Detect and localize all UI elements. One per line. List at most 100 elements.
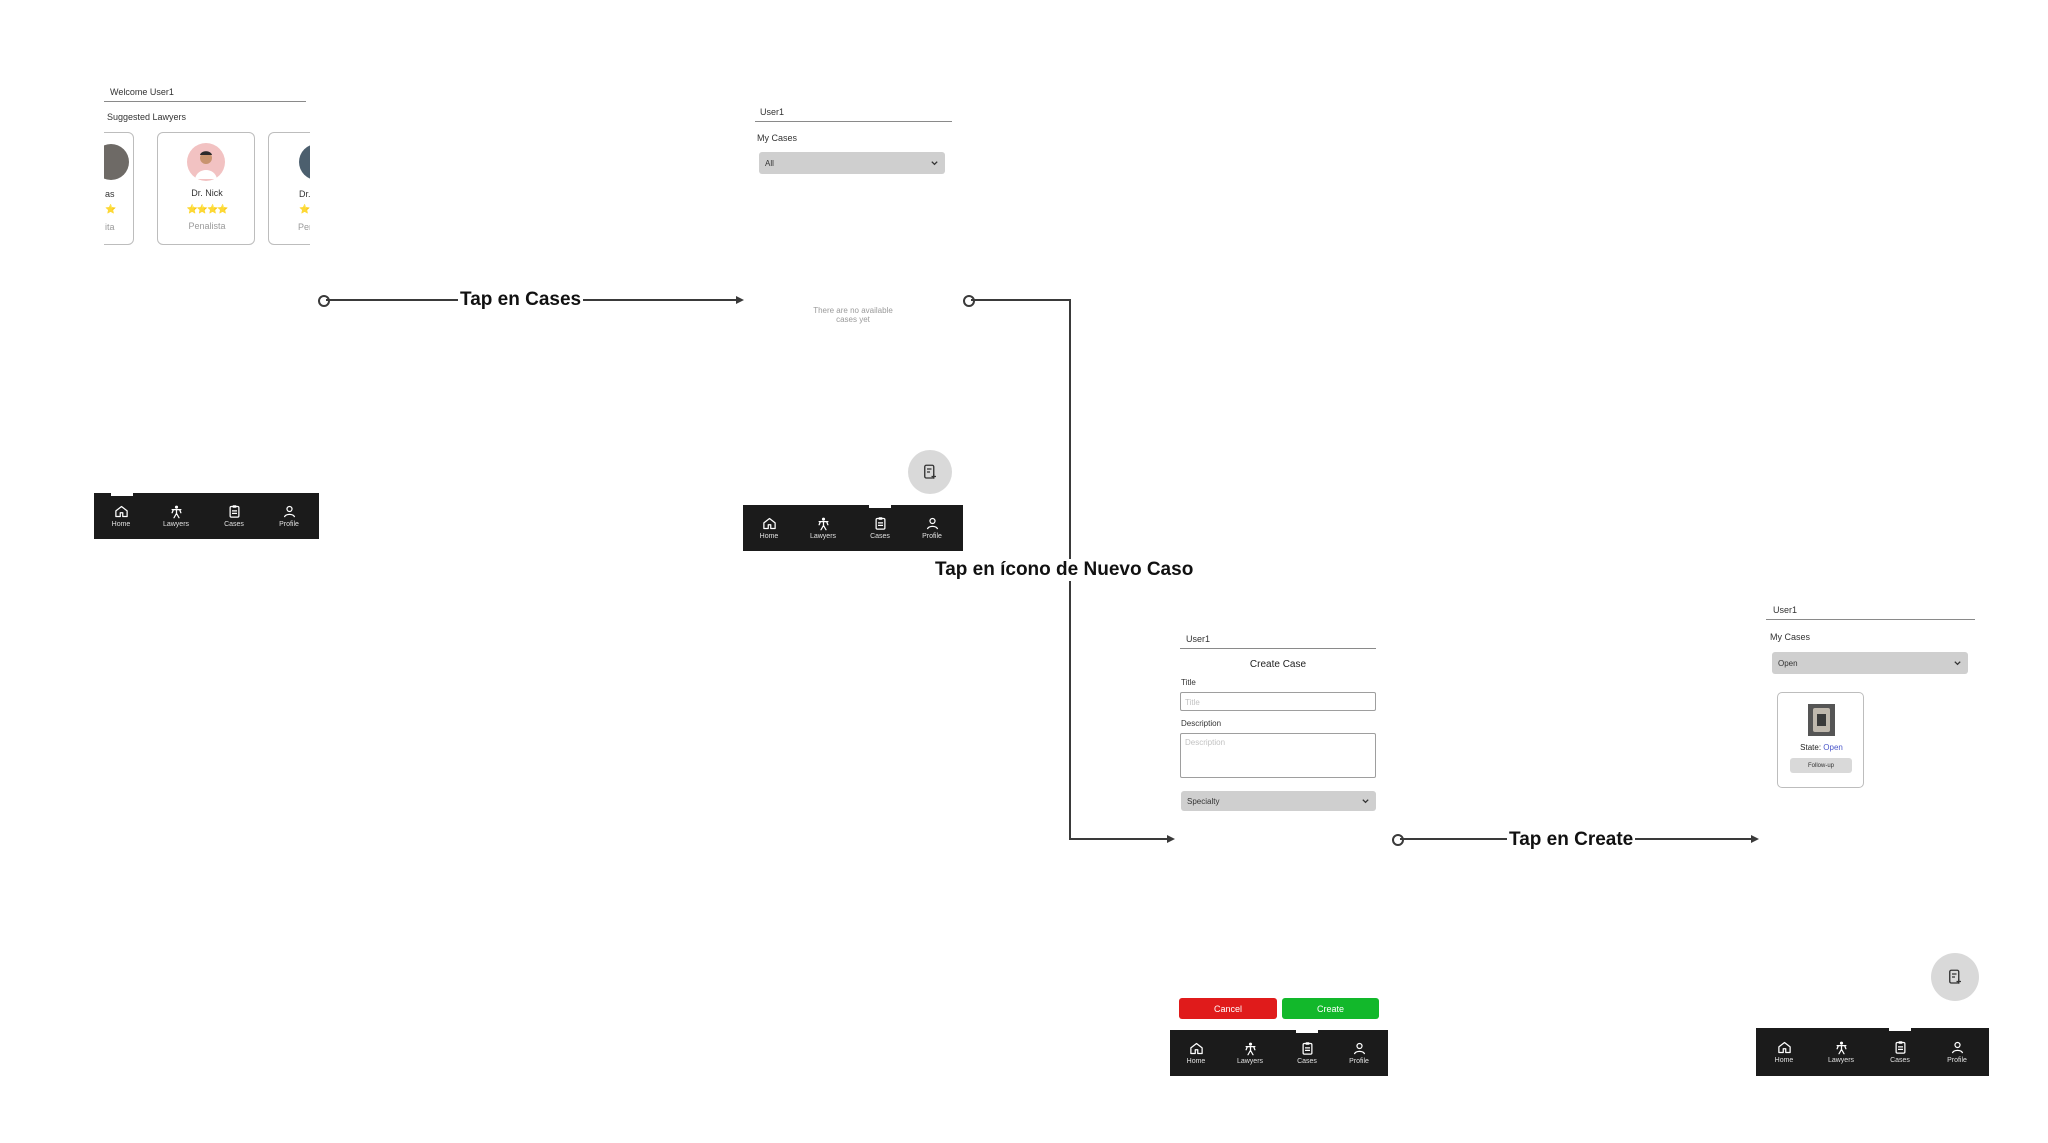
case-state-value: Open	[1823, 743, 1843, 752]
nav-profile[interactable]: Profile	[1932, 1028, 1982, 1076]
lawyer-rating: ⭐	[105, 204, 116, 214]
nav-home-label: Home	[111, 521, 131, 528]
lawyer-avatar	[187, 143, 225, 181]
case-filter-select[interactable]: Open	[1772, 652, 1968, 674]
lawyer-rating: ⭐	[299, 204, 310, 214]
nav-cases-label: Cases	[1890, 1057, 1910, 1064]
nav-lawyers-label: Lawyers	[162, 521, 190, 528]
clipboard-icon	[227, 504, 242, 519]
nav-cases-label: Cases	[224, 521, 244, 528]
nav-profile[interactable]: Profile	[1334, 1030, 1384, 1076]
nav-cases[interactable]: Cases	[855, 505, 905, 551]
nav-lawyers[interactable]: Lawyers	[1225, 1030, 1275, 1076]
user-icon	[1950, 1040, 1965, 1055]
connector-arrow	[1751, 835, 1759, 843]
new-case-button[interactable]	[1931, 953, 1979, 1001]
nav-home[interactable]: Home	[1759, 1028, 1809, 1076]
chevron-down-icon	[1953, 659, 1962, 668]
nav-home[interactable]: Home	[96, 493, 146, 539]
description-label: Description	[1181, 719, 1222, 728]
header-divider	[104, 101, 306, 102]
nav-profile-label: Profile	[1947, 1057, 1967, 1064]
flow-label-tap-new-case: Tap en ícono de Nuevo Caso	[933, 559, 1196, 581]
nav-cases[interactable]: Cases	[1282, 1030, 1332, 1076]
case-image	[1808, 704, 1835, 736]
follow-up-button[interactable]: Follow-up	[1790, 758, 1852, 773]
my-cases-title: My Cases	[757, 133, 798, 143]
nav-cases-label: Cases	[1297, 1058, 1317, 1065]
lawyer-name: Dr. Nick	[191, 188, 223, 198]
connector-arrow	[1167, 835, 1175, 843]
nav-cases-label: Cases	[870, 533, 890, 540]
nav-cases[interactable]: Cases	[209, 493, 259, 539]
nav-cases[interactable]: Cases	[1875, 1028, 1925, 1076]
bottom-nav: Home Lawyers Cases Profile	[1170, 1030, 1388, 1076]
nav-profile[interactable]: Profile	[264, 493, 314, 539]
home-icon	[1189, 1041, 1204, 1056]
home-icon	[114, 504, 129, 519]
lawyer-card[interactable]: Dr. Nick ⭐⭐⭐⭐ Penalista	[157, 132, 255, 245]
user-name: User1	[1773, 605, 1798, 615]
create-button[interactable]: Create	[1282, 998, 1379, 1019]
new-case-icon	[1946, 968, 1964, 986]
nav-profile-label: Profile	[279, 521, 299, 528]
user-icon	[1352, 1041, 1367, 1056]
nav-profile-label: Profile	[922, 533, 942, 540]
specialty-select[interactable]: Specialty	[1181, 791, 1376, 811]
lawyer-rating: ⭐⭐⭐⭐	[186, 204, 229, 214]
nav-lawyers-label: Lawyers	[809, 533, 837, 540]
lawyer-icon	[816, 516, 831, 531]
lawyer-card[interactable]: Dr. ⭐ Pen	[268, 132, 310, 245]
clipboard-icon	[873, 516, 888, 531]
description-input[interactable]: Description	[1180, 733, 1376, 778]
lawyer-carousel[interactable]: as ⭐ ita Dr. Nick ⭐⭐⭐⭐ Penalista Dr. ⭐ P…	[104, 130, 310, 248]
new-case-icon	[921, 463, 939, 481]
case-filter-value: Open	[1778, 658, 1798, 668]
welcome-text: Welcome User1	[110, 87, 174, 97]
lawyer-avatar	[104, 144, 129, 180]
header-divider	[1766, 619, 1975, 620]
lawyer-icon	[169, 504, 184, 519]
empty-cases-message: There are no available cases yet	[813, 306, 893, 324]
nav-profile[interactable]: Profile	[907, 505, 957, 551]
connector-line	[1069, 838, 1169, 840]
specialty-value: Specialty	[1187, 796, 1220, 806]
clipboard-icon	[1300, 1041, 1315, 1056]
flow-label-tap-create: Tap en Create	[1507, 829, 1636, 851]
connector-arrow	[736, 296, 744, 304]
case-card[interactable]: State: Open Follow-up	[1777, 692, 1864, 788]
nav-lawyers-label: Lawyers	[1236, 1058, 1264, 1065]
connector-start-dot	[318, 295, 330, 307]
nav-lawyers[interactable]: Lawyers	[1816, 1028, 1866, 1076]
bottom-nav: Home Lawyers Cases Profile	[1756, 1028, 1989, 1076]
nav-home-label: Home	[1186, 1058, 1206, 1065]
nav-home-label: Home	[759, 533, 779, 540]
header-divider	[1180, 648, 1376, 649]
lawyer-name: as	[105, 189, 115, 199]
user-icon	[925, 516, 940, 531]
cancel-button[interactable]: Cancel	[1179, 998, 1277, 1019]
user-icon	[282, 504, 297, 519]
chevron-down-icon	[930, 159, 939, 168]
case-filter-select[interactable]: All	[759, 152, 945, 174]
my-cases-title: My Cases	[1770, 632, 1811, 642]
lawyer-icon	[1834, 1040, 1849, 1055]
nav-home[interactable]: Home	[1171, 1030, 1221, 1076]
new-case-button[interactable]	[908, 450, 952, 494]
case-filter-value: All	[765, 158, 774, 168]
lawyer-specialty: Penalista	[188, 221, 226, 231]
title-input[interactable]: Title	[1180, 692, 1376, 711]
lawyer-card[interactable]: as ⭐ ita	[104, 132, 134, 245]
home-icon	[1777, 1040, 1792, 1055]
nav-lawyers-label: Lawyers	[1827, 1057, 1855, 1064]
nav-lawyers[interactable]: Lawyers	[151, 493, 201, 539]
nav-lawyers[interactable]: Lawyers	[798, 505, 848, 551]
flow-label-tap-cases: Tap en Cases	[458, 289, 584, 311]
user-name: User1	[1186, 634, 1211, 644]
create-case-heading: Create Case	[1249, 659, 1307, 670]
suggested-lawyers-title: Suggested Lawyers	[107, 112, 187, 122]
lawyer-specialty: Pen	[298, 222, 310, 232]
bottom-nav: Home Lawyers Cases Profile	[94, 493, 319, 539]
nav-home[interactable]: Home	[744, 505, 794, 551]
lawyer-specialty: ita	[105, 222, 115, 232]
